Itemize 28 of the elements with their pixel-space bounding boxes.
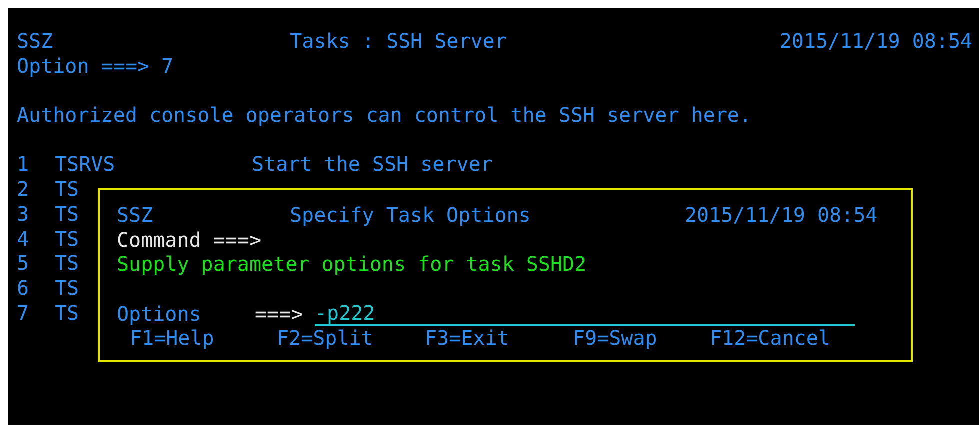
system-name: SSZ	[17, 29, 54, 54]
screen-title: Tasks : SSH Server	[290, 29, 507, 54]
function-key[interactable]: F2=Split	[277, 326, 425, 352]
info-message: Authorized console operators can control the SSH server here.	[17, 103, 752, 128]
command-prompt: Command ===>	[117, 228, 262, 252]
option-input[interactable]: 7	[161, 54, 174, 78]
menu-command[interactable]: TSRVS	[55, 152, 252, 178]
function-key[interactable]: F1=Help	[130, 326, 277, 352]
menu-number: 1	[17, 152, 30, 178]
options-field[interactable]: -p222	[315, 302, 855, 326]
options-label: Options	[117, 302, 202, 326]
menu-description: Start the SSH server	[252, 152, 494, 178]
menu-number: 3	[17, 202, 30, 227]
menu-number: 5	[17, 251, 30, 276]
function-key[interactable]: F12=Cancel	[710, 326, 911, 352]
menu-number: 2	[17, 177, 30, 202]
date-time: 2015/11/19 08:54	[685, 203, 879, 228]
menu-number: 4	[17, 226, 30, 252]
menu-number: 7	[17, 300, 30, 326]
function-key[interactable]: F9=Swap	[573, 326, 710, 352]
menu-number: 6	[17, 276, 30, 301]
options-arrow: ===>	[255, 302, 304, 326]
function-key[interactable]: F3=Exit	[425, 326, 573, 352]
instruction-text: Supply parameter options for task SSHD2	[117, 252, 587, 278]
popup-title: Specify Task Options	[290, 203, 532, 228]
date-time: 2015/11/19 08:54	[780, 29, 973, 54]
option-prompt: Option ===>	[17, 54, 150, 78]
system-name: SSZ	[117, 203, 154, 228]
